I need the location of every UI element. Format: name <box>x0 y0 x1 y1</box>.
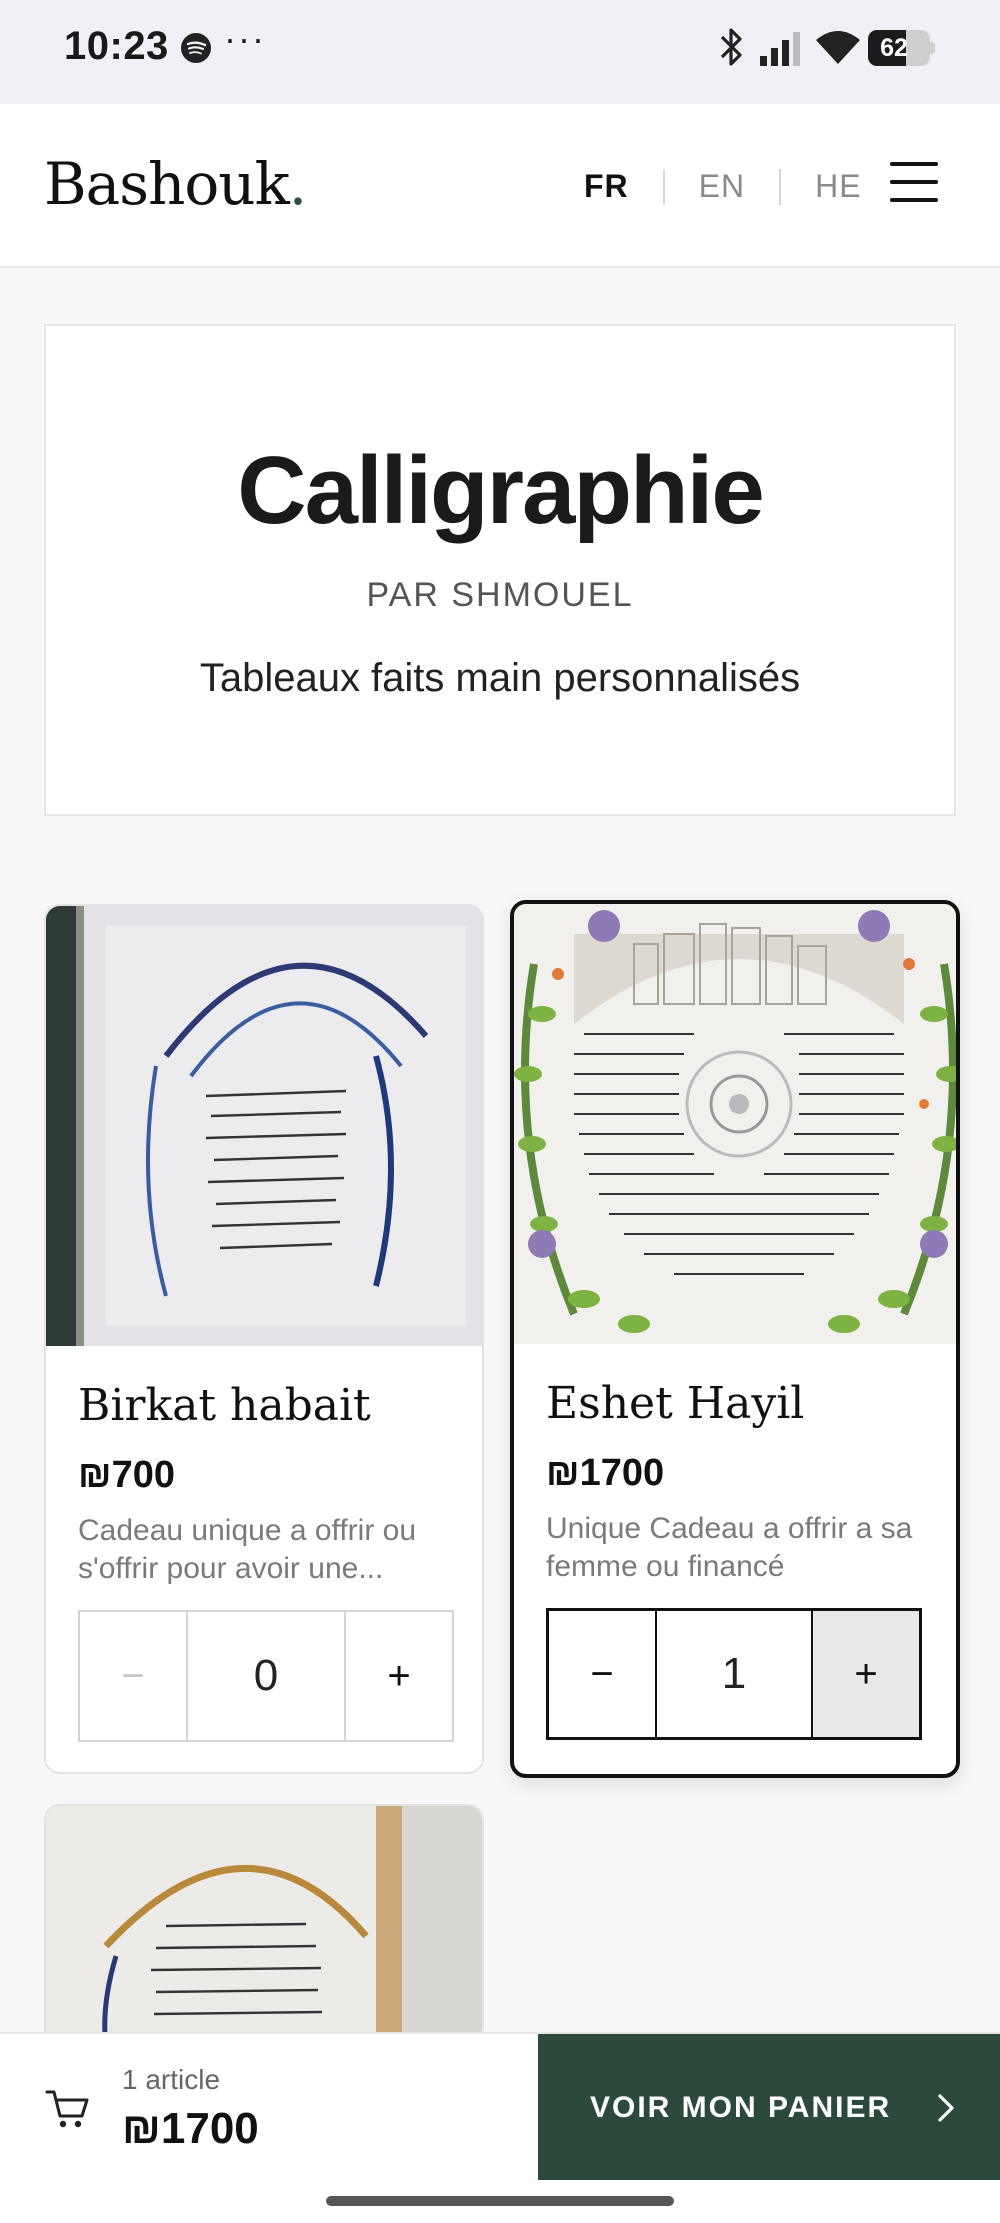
battery-icon: 62 <box>868 30 930 66</box>
page-title: Calligraphie <box>237 437 764 544</box>
quantity-value: 0 <box>253 1651 279 1700</box>
lang-fr[interactable]: FR <box>584 168 629 205</box>
decrease-quantity-button[interactable]: − <box>549 1611 657 1737</box>
product-card[interactable] <box>44 1804 484 2044</box>
lang-en[interactable]: EN <box>699 168 745 205</box>
battery-tip <box>930 42 935 54</box>
product-name[interactable]: Birkat habait <box>78 1380 371 1431</box>
product-image[interactable] <box>46 906 482 1346</box>
page-tagline: Tableaux faits main personnalisés <box>199 656 801 700</box>
home-indicator[interactable] <box>326 2196 674 2206</box>
product-price: ₪700 <box>78 1454 175 1496</box>
bluetooth-icon <box>720 28 742 66</box>
language-switcher: FR EN HE <box>584 168 862 205</box>
product-description: Unique Cadeau a offrir a sa femme ou fin… <box>546 1512 913 1583</box>
lang-divider <box>662 168 665 205</box>
status-bar: 10:23 ··· 62 <box>0 0 1000 104</box>
spotify-icon <box>181 33 211 63</box>
status-time: 10:23 <box>64 24 169 68</box>
view-cart-label: VOIR MON PANIER <box>590 2091 892 2124</box>
product-name[interactable]: Eshet Hayil <box>546 1378 804 1429</box>
wifi-icon <box>816 31 860 64</box>
shopping-cart-icon[interactable] <box>44 2086 90 2132</box>
product-description: Cadeau unique a offrir ou s'offrir pour … <box>78 1514 417 1585</box>
signal-icon <box>760 32 800 66</box>
hamburger-menu-icon[interactable] <box>890 160 938 204</box>
product-image[interactable] <box>46 1806 482 2042</box>
view-cart-button[interactable]: VOIR MON PANIER <box>538 2034 1000 2182</box>
cart-item-count: 1 article <box>122 2064 221 2095</box>
increase-quantity-button[interactable]: + <box>811 1611 919 1737</box>
page-subtitle: PAR SHMOUEL <box>366 576 634 614</box>
quantity-value: 1 <box>721 1649 747 1698</box>
quantity-stepper: − 1 + <box>546 1608 922 1740</box>
battery-level: 62 <box>880 34 908 62</box>
logo-dot: . <box>288 150 307 218</box>
lang-he[interactable]: HE <box>815 168 861 205</box>
product-price: ₪1700 <box>546 1452 665 1494</box>
hero-banner: Calligraphie PAR SHMOUEL Tableaux faits … <box>44 324 956 816</box>
cart-total: ₪1700 <box>122 2104 259 2153</box>
product-image[interactable] <box>514 904 956 1344</box>
more-notifications-icon: ··· <box>224 18 266 59</box>
chevron-right-icon <box>938 2094 954 2122</box>
cart-bar: 1 article ₪1700 VOIR MON PANIER <box>0 2032 1000 2182</box>
decrease-quantity-button[interactable]: − <box>80 1612 188 1740</box>
system-nav-bar <box>0 2180 1000 2223</box>
logo[interactable]: Bashouk. <box>44 150 307 218</box>
logo-text: Bashouk <box>44 150 290 218</box>
product-card-selected[interactable]: Eshet Hayil ₪1700 Unique Cadeau a offrir… <box>510 900 960 1778</box>
increase-quantity-button[interactable]: + <box>344 1612 452 1740</box>
site-header: Bashouk. FR EN HE <box>0 104 1000 268</box>
lang-divider <box>779 168 782 205</box>
product-card[interactable]: Birkat habait ₪700 Cadeau unique a offri… <box>44 904 484 1774</box>
quantity-stepper: − 0 + <box>78 1610 454 1742</box>
